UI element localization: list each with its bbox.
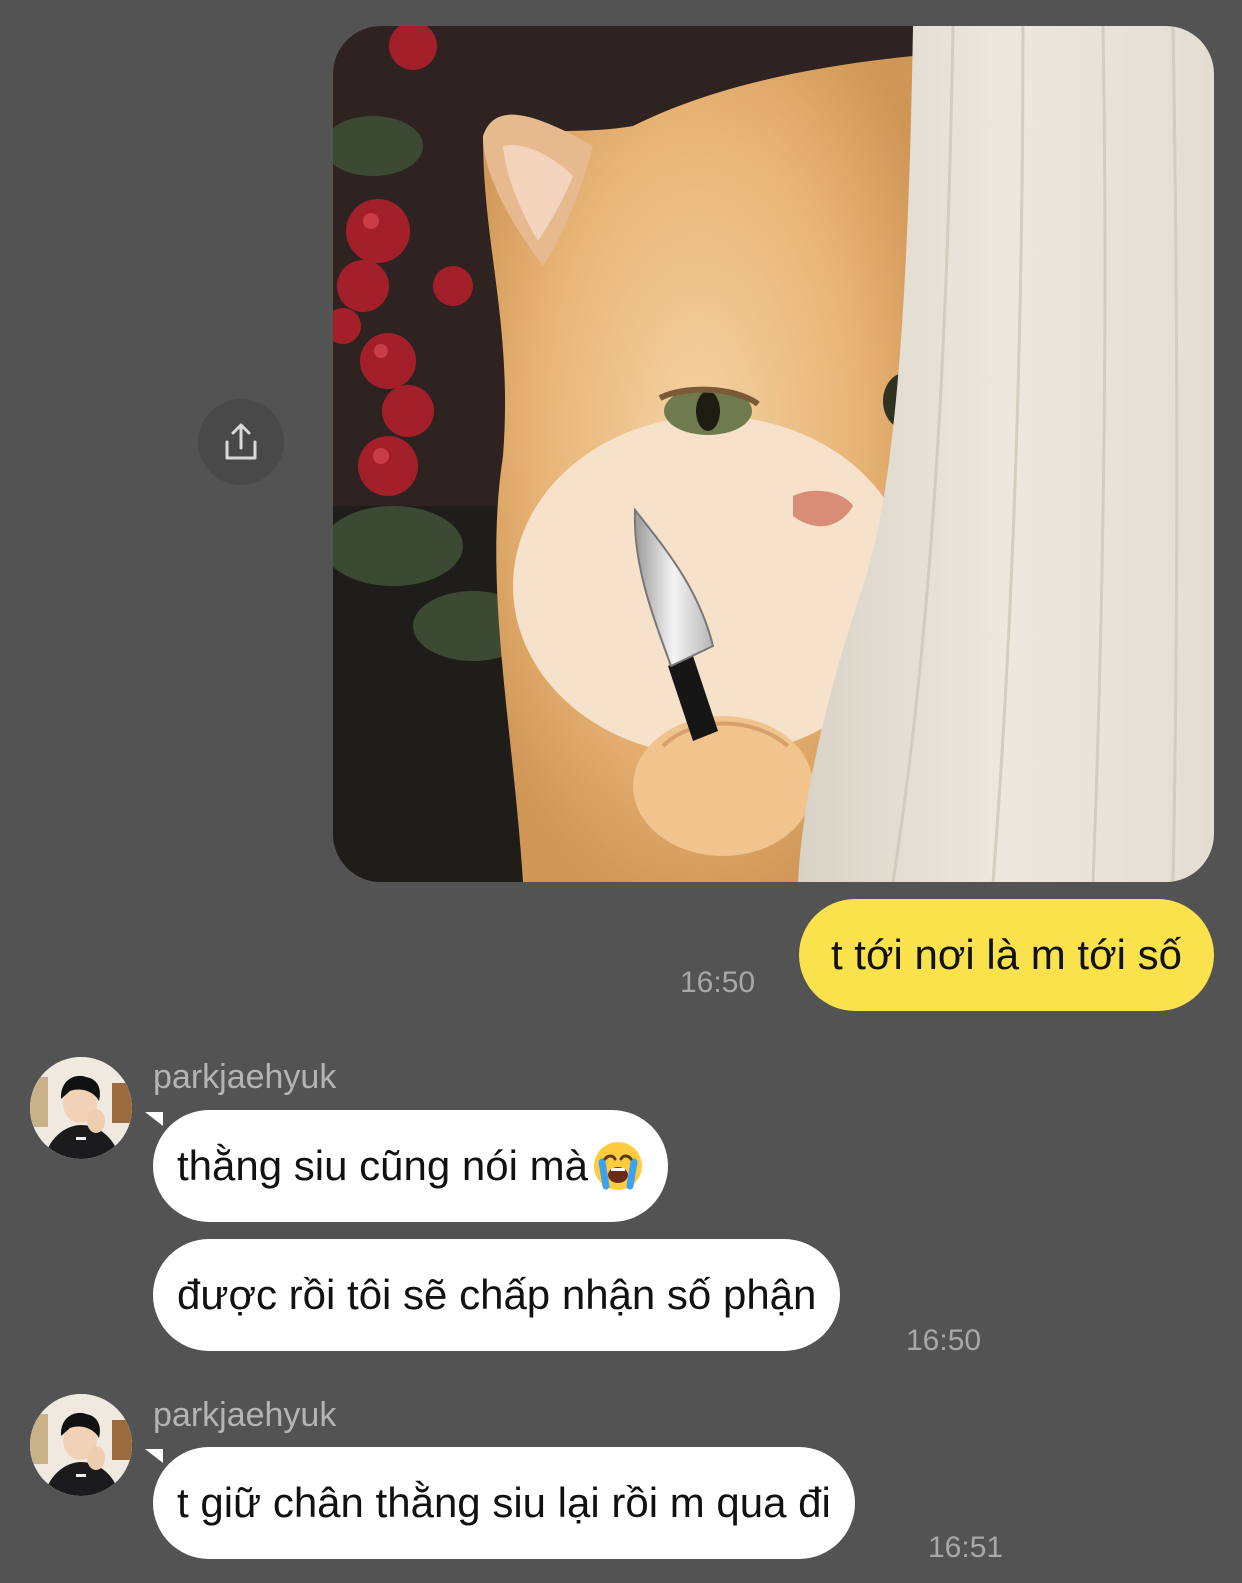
sender-name: parkjaehyuk	[153, 1058, 337, 1096]
photo-message[interactable]	[333, 26, 1214, 882]
incoming-message-bubble[interactable]: thằng siu cũng nói mà	[153, 1110, 668, 1222]
message-timestamp: 16:50	[680, 966, 756, 999]
cat-holding-knife-photo	[333, 26, 1214, 882]
message-timestamp: 16:51	[928, 1531, 1004, 1564]
message-timestamp: 16:50	[906, 1324, 982, 1357]
sender-avatar[interactable]	[30, 1394, 132, 1496]
incoming-message-bubble[interactable]: t giữ chân thằng siu lại rồi m qua đi	[153, 1447, 855, 1559]
sender-name: parkjaehyuk	[153, 1396, 337, 1434]
loudly-crying-face-emoji	[593, 1142, 642, 1190]
incoming-message-bubble[interactable]: được rồi tôi sẽ chấp nhận số phận	[153, 1239, 841, 1351]
bubble-tail	[145, 1112, 163, 1126]
sender-avatar[interactable]	[30, 1057, 132, 1159]
bubble-tail	[145, 1449, 163, 1463]
share-button[interactable]	[198, 399, 284, 485]
avatar-photo	[30, 1394, 132, 1496]
avatar-photo	[30, 1057, 132, 1159]
share-upload-icon	[225, 423, 257, 460]
message-text: thằng siu cũng nói mà	[177, 1142, 588, 1189]
outgoing-message-bubble[interactable]: t tới nơi là m tới số	[798, 899, 1214, 1011]
